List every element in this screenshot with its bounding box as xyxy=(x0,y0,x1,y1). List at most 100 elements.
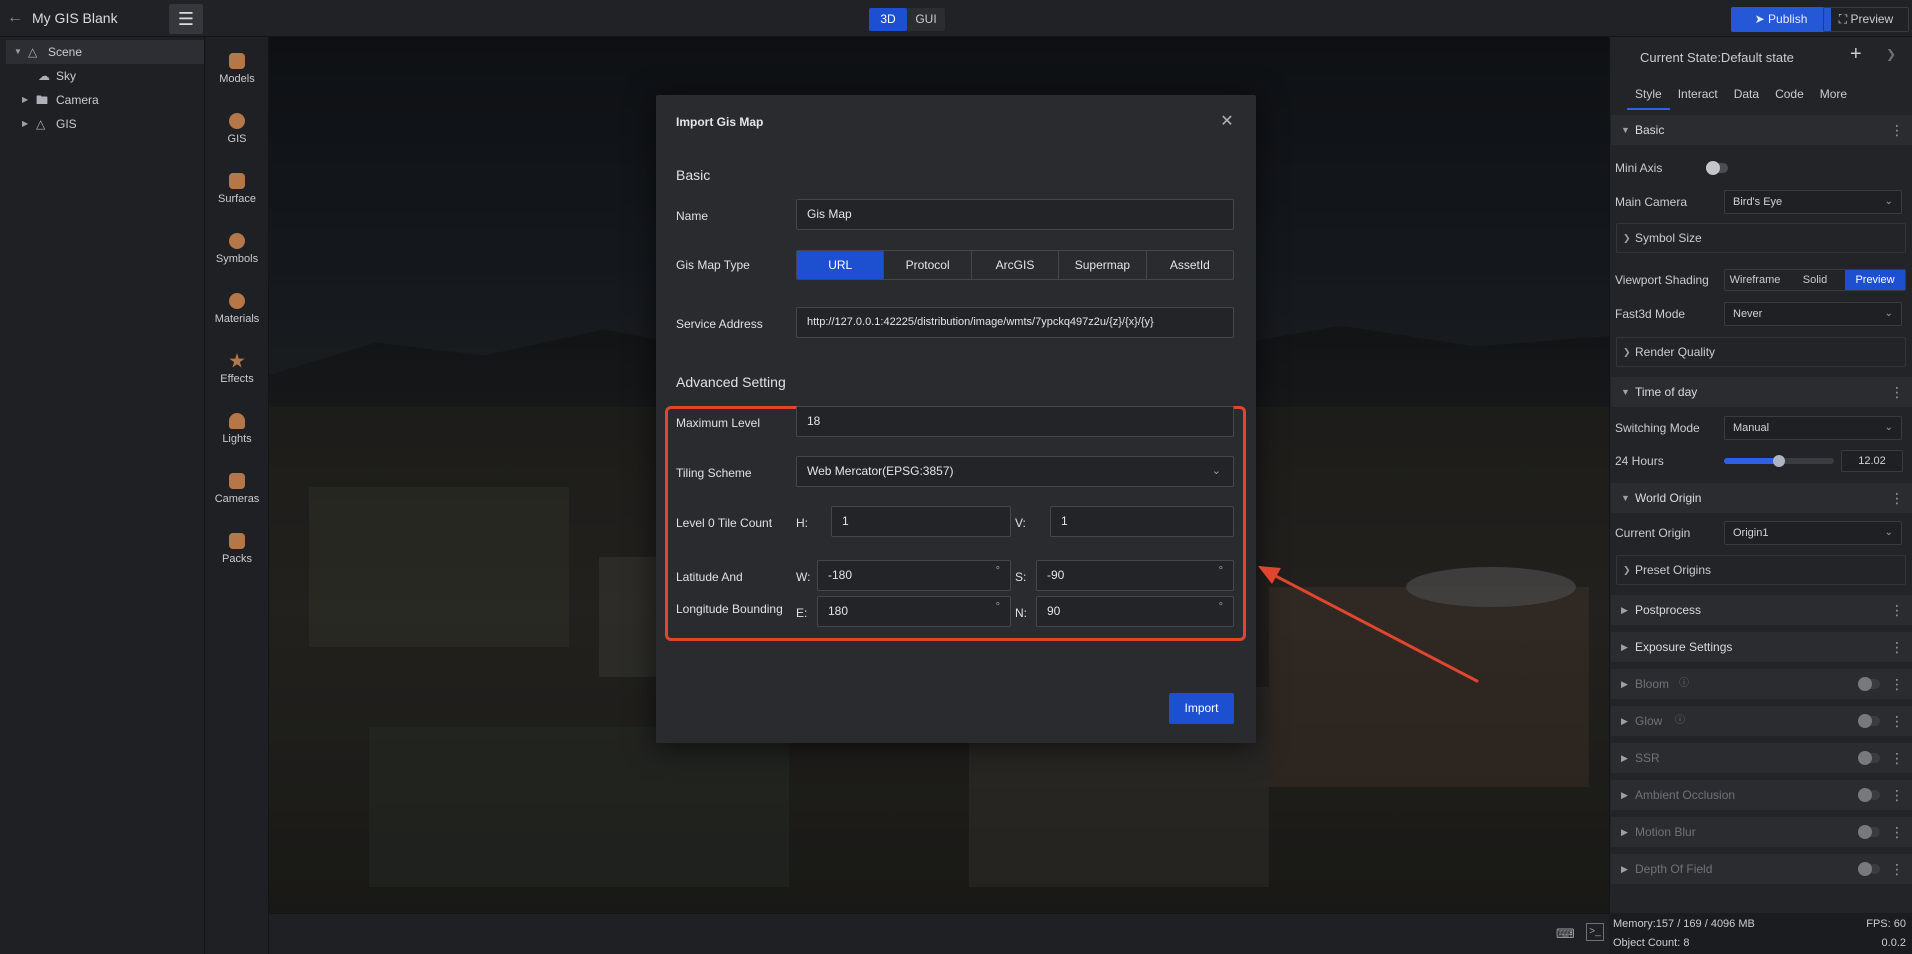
mini-axis-toggle[interactable] xyxy=(1706,161,1728,175)
chevron-down-icon: ⌄ xyxy=(1884,308,1893,319)
section-postprocess[interactable]: ▶ Postprocess ⋮ xyxy=(1611,595,1912,625)
import-button[interactable]: Import xyxy=(1169,693,1234,724)
tree-item-camera[interactable]: ▶ 🖿 Camera xyxy=(6,88,204,112)
ssr-toggle[interactable] xyxy=(1858,751,1880,765)
tree-item-scene[interactable]: ▼ △ Scene xyxy=(6,40,204,64)
asset-tab-cameras[interactable]: Cameras xyxy=(205,465,269,520)
bounding-label-line1: Latitude And xyxy=(676,570,743,584)
motion-blur-toggle[interactable] xyxy=(1858,825,1880,839)
asset-tab-effects[interactable]: Effects xyxy=(205,345,269,400)
effect-ssr[interactable]: ▶ SSR ⋮ xyxy=(1611,743,1912,773)
switching-mode-select[interactable]: Manual ⌄ xyxy=(1724,416,1902,440)
effect-depth-of-field[interactable]: ▶ Depth Of Field ⋮ xyxy=(1611,854,1912,884)
bloom-toggle[interactable] xyxy=(1858,677,1880,691)
section-world-origin[interactable]: ▼ World Origin ⋮ xyxy=(1611,483,1912,513)
asset-tab-lights[interactable]: Lights xyxy=(205,405,269,460)
depth-of-field-toggle[interactable] xyxy=(1858,862,1880,876)
effect-motion-blur[interactable]: ▶ Motion Blur ⋮ xyxy=(1611,817,1912,847)
publish-button[interactable]: ➤ Publish xyxy=(1731,7,1831,32)
preset-origins-group[interactable]: ❯ Preset Origins xyxy=(1616,555,1906,585)
h-input[interactable]: 1 xyxy=(831,506,1011,537)
section-basic[interactable]: ▼ Basic ⋮ xyxy=(1611,115,1912,145)
more-dots-icon[interactable]: ⋮ xyxy=(1890,632,1904,662)
west-input[interactable]: -180 ° xyxy=(817,560,1011,591)
tab-style[interactable]: Style xyxy=(1627,84,1670,110)
type-arcgis[interactable]: ArcGIS xyxy=(970,251,1058,279)
type-supermap[interactable]: Supermap xyxy=(1058,251,1145,279)
property-tabs: Style Interact Data Code More xyxy=(1610,84,1912,110)
slider-handle[interactable] xyxy=(1773,455,1785,467)
more-dots-icon[interactable]: ⋮ xyxy=(1890,377,1904,407)
menu-hamburger-icon[interactable]: ☰ xyxy=(169,4,203,34)
shading-solid[interactable]: Solid xyxy=(1785,270,1845,290)
asset-tab-symbols[interactable]: Symbols xyxy=(205,225,269,280)
south-input[interactable]: -90 ° xyxy=(1036,560,1234,591)
caret-right-icon: ▶ xyxy=(1621,864,1628,874)
tab-data[interactable]: Data xyxy=(1726,84,1767,110)
fast3d-select[interactable]: Never ⌄ xyxy=(1724,302,1902,326)
v-input[interactable]: 1 xyxy=(1050,506,1234,537)
glow-toggle[interactable] xyxy=(1858,714,1880,728)
more-dots-icon[interactable]: ⋮ xyxy=(1890,483,1904,513)
main-camera-select[interactable]: Bird's Eye ⌄ xyxy=(1724,190,1902,214)
back-arrow-icon[interactable]: ← xyxy=(6,9,24,27)
east-input[interactable]: 180 ° xyxy=(817,596,1011,627)
asset-tab-surface[interactable]: Surface xyxy=(205,165,269,220)
asset-tab-packs[interactable]: Packs xyxy=(205,525,269,580)
more-dots-icon[interactable]: ⋮ xyxy=(1890,817,1904,847)
render-quality-group[interactable]: ❯ Render Quality xyxy=(1616,337,1906,367)
more-dots-icon[interactable]: ⋮ xyxy=(1890,854,1904,884)
type-protocol[interactable]: Protocol xyxy=(883,251,970,279)
asset-tab-label: Symbols xyxy=(215,253,259,265)
asset-tab-materials[interactable]: Materials xyxy=(205,285,269,340)
help-icon[interactable]: ⓘ xyxy=(1675,706,1685,736)
current-origin-select[interactable]: Origin1 ⌄ xyxy=(1724,521,1902,545)
more-dots-icon[interactable]: ⋮ xyxy=(1890,706,1904,736)
keyboard-icon[interactable]: ⌨ xyxy=(1556,926,1575,942)
tab-interact[interactable]: Interact xyxy=(1670,84,1726,110)
mode-3d-button[interactable]: 3D xyxy=(869,8,907,31)
asset-tab-label: Materials xyxy=(214,313,260,325)
shading-preview[interactable]: Preview xyxy=(1845,270,1905,290)
more-dots-icon[interactable]: ⋮ xyxy=(1890,115,1904,145)
hours-input[interactable]: 12.02 xyxy=(1841,450,1903,472)
close-icon[interactable]: ✕ xyxy=(1219,114,1235,130)
preview-button[interactable]: ⛶ Preview xyxy=(1823,7,1909,32)
ambient-occlusion-toggle[interactable] xyxy=(1858,788,1880,802)
tree-item-gis[interactable]: ▶ △ GIS xyxy=(6,112,204,136)
tiling-scheme-select[interactable]: Web Mercator(EPSG:3857) ⌄ xyxy=(796,456,1234,487)
effect-bloom[interactable]: ▶ Bloom ⓘ ⋮ xyxy=(1611,669,1912,699)
asset-tab-gis[interactable]: GIS xyxy=(205,105,269,160)
shading-wireframe[interactable]: Wireframe xyxy=(1725,270,1785,290)
max-level-input[interactable]: 18 xyxy=(796,406,1234,437)
help-icon[interactable]: ⓘ xyxy=(1679,669,1689,699)
more-dots-icon[interactable]: ⋮ xyxy=(1890,669,1904,699)
more-dots-icon[interactable]: ⋮ xyxy=(1890,780,1904,810)
tab-more[interactable]: More xyxy=(1812,84,1855,110)
effect-ambient-occlusion[interactable]: ▶ Ambient Occlusion ⋮ xyxy=(1611,780,1912,810)
type-url[interactable]: URL xyxy=(797,251,884,279)
add-state-icon[interactable]: + xyxy=(1850,43,1862,66)
mode-gui-button[interactable]: GUI xyxy=(907,8,945,31)
hours-slider[interactable] xyxy=(1724,455,1834,467)
effect-glow[interactable]: ▶ Glow ⓘ ⋮ xyxy=(1611,706,1912,736)
asset-tab-models[interactable]: Models xyxy=(205,45,269,100)
more-dots-icon[interactable]: ⋮ xyxy=(1890,595,1904,625)
collapse-chevron-icon[interactable]: ❯ xyxy=(1886,47,1896,61)
service-address-input[interactable]: http://127.0.0.1:42225/distribution/imag… xyxy=(796,307,1234,338)
symbol-size-group[interactable]: ❯ Symbol Size xyxy=(1616,223,1906,253)
name-input[interactable]: Gis Map xyxy=(796,199,1234,230)
tree-item-sky[interactable]: ☁ Sky xyxy=(6,64,204,88)
input-value: 180 xyxy=(828,604,849,618)
section-time-of-day[interactable]: ▼ Time of day ⋮ xyxy=(1611,377,1912,407)
viewport-bottom-bar: ⌨ >_ xyxy=(269,913,1609,954)
section-exposure-settings[interactable]: ▶ Exposure Settings ⋮ xyxy=(1611,632,1912,662)
e-label: E: xyxy=(796,606,808,620)
type-assetid[interactable]: AssetId xyxy=(1145,251,1233,279)
tab-code[interactable]: Code xyxy=(1767,84,1812,110)
north-input[interactable]: 90 ° xyxy=(1036,596,1234,627)
type-label: Gis Map Type xyxy=(676,258,750,272)
properties-panel: Current State:Default state + ❯ Style In… xyxy=(1609,37,1912,913)
more-dots-icon[interactable]: ⋮ xyxy=(1890,743,1904,773)
terminal-icon[interactable]: >_ xyxy=(1586,923,1604,941)
